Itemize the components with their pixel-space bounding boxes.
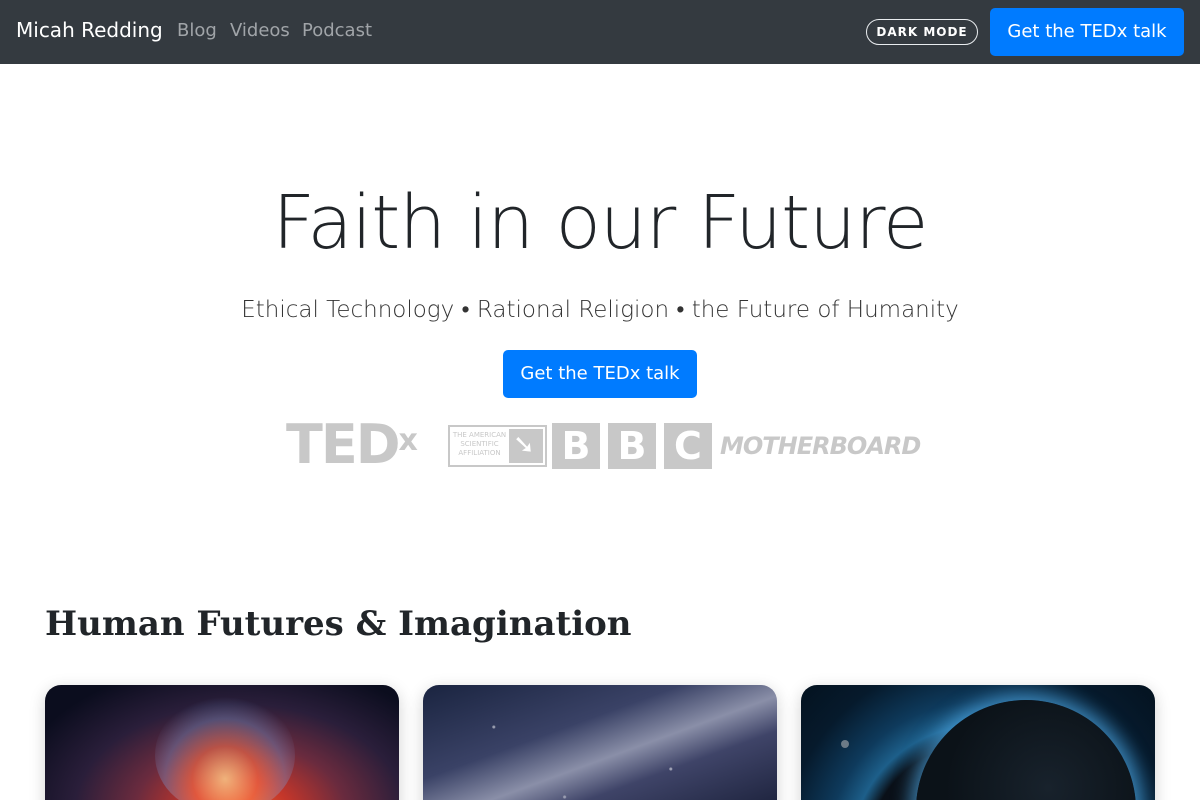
bbc-logo-b1: B — [552, 423, 600, 469]
dark-mode-toggle[interactable]: DARK MODE — [866, 19, 978, 45]
hero-subtitle: Ethical Technology • Rational Religion •… — [241, 297, 959, 323]
nav-link-podcast[interactable]: Podcast — [302, 20, 372, 41]
brand-link[interactable]: Micah Redding — [16, 18, 163, 42]
section-title: Human Futures & Imagination — [45, 604, 632, 644]
tedx-logo-x: x — [398, 423, 418, 458]
hero-title: Faith in our Future — [272, 180, 929, 266]
bbc-logo-c: C — [664, 423, 712, 469]
nav-link-videos[interactable]: Videos — [230, 20, 290, 41]
tedx-logo-text: TED — [286, 413, 401, 476]
asa-logo: THE AMERICAN SCIENTIFIC AFFILIATION ➘ — [448, 425, 547, 467]
nav-link-blog[interactable]: Blog — [177, 20, 217, 41]
bbc-logo-b2: B — [608, 423, 656, 469]
asa-arrow-icon: ➘ — [509, 429, 543, 463]
tedx-logo: TEDx — [286, 418, 418, 472]
navbar: Micah Redding Blog Videos Podcast DARK M… — [0, 0, 1200, 64]
hero-tedx-button[interactable]: Get the TEDx talk — [503, 350, 697, 398]
moon-icon — [841, 740, 849, 748]
card-planet[interactable] — [801, 685, 1155, 800]
nav-tedx-button[interactable]: Get the TEDx talk — [990, 8, 1184, 56]
card-galaxy[interactable] — [45, 685, 399, 800]
card-milky-way[interactable] — [423, 685, 777, 800]
asa-logo-text: THE AMERICAN SCIENTIFIC AFFILIATION — [452, 431, 507, 457]
motherboard-logo: MOTHERBOARD — [720, 432, 921, 460]
